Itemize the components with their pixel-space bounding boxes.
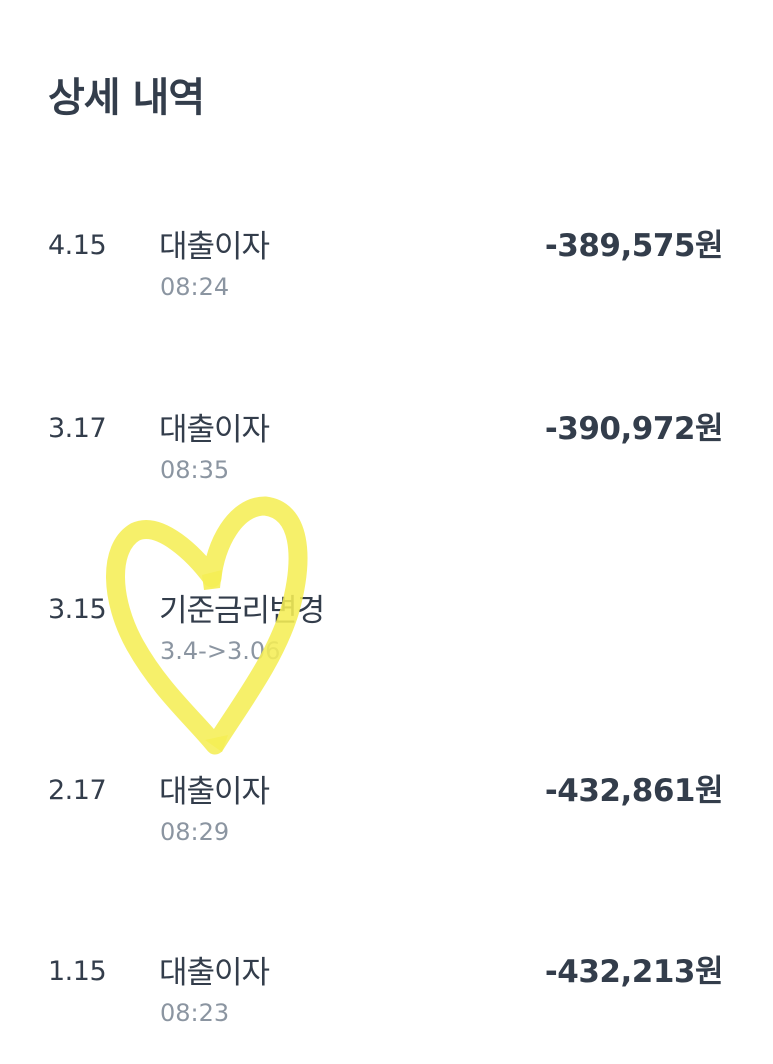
transaction-time: 08:35: [160, 456, 230, 484]
transaction-date: 4.15: [48, 230, 107, 261]
transaction-amount: -390,972원: [544, 411, 724, 447]
transaction-date: 1.15: [48, 956, 107, 987]
transaction-amount: -432,861원: [544, 773, 724, 809]
detail-history-page: 상세 내역 4.15 대출이자 08:24 -389,575원 3.17 대출이…: [0, 0, 773, 1064]
list-item[interactable]: 3.15 기준금리변경 3.4->3.06: [0, 592, 773, 692]
list-item[interactable]: 1.15 대출이자 08:23 -432,213원: [0, 954, 773, 1054]
transaction-time: 08:24: [160, 273, 230, 301]
transaction-time: 08:23: [160, 999, 230, 1027]
list-item[interactable]: 2.17 대출이자 08:29 -432,861원: [0, 773, 773, 873]
transaction-amount: -432,213원: [544, 954, 724, 990]
transaction-time: 08:29: [160, 818, 230, 846]
transaction-date: 3.17: [48, 413, 107, 444]
transaction-title: 대출이자: [159, 229, 270, 265]
transaction-date: 3.15: [48, 594, 107, 625]
rate-change-detail: 3.4->3.06: [160, 637, 281, 665]
page-title: 상세 내역: [48, 75, 205, 121]
transaction-title: 기준금리변경: [159, 593, 325, 629]
transaction-title: 대출이자: [159, 412, 270, 448]
transaction-title: 대출이자: [159, 955, 270, 991]
list-item[interactable]: 3.17 대출이자 08:35 -390,972원: [0, 411, 773, 511]
transaction-title: 대출이자: [159, 774, 270, 810]
list-item[interactable]: 4.15 대출이자 08:24 -389,575원: [0, 228, 773, 328]
transaction-amount: -389,575원: [544, 228, 724, 264]
heart-doodle-icon: [106, 496, 308, 755]
transaction-date: 2.17: [48, 775, 107, 806]
